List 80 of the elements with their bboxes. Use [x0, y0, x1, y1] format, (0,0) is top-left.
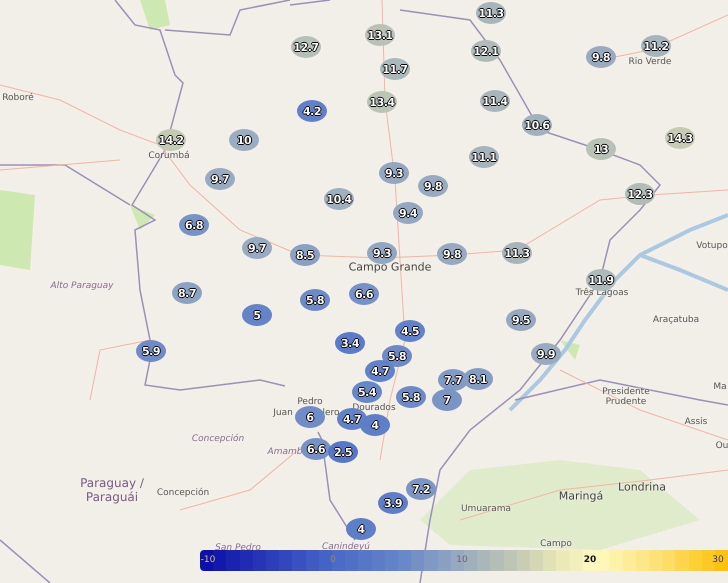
- temperature-marker[interactable]: 3.4: [335, 332, 365, 354]
- temperature-marker[interactable]: 4: [360, 414, 390, 436]
- temperature-marker[interactable]: 12.7: [291, 36, 321, 58]
- temperature-marker[interactable]: 6.6: [349, 283, 379, 305]
- temperature-marker[interactable]: 9.4: [393, 202, 423, 224]
- temperature-marker[interactable]: 12.3: [625, 183, 655, 205]
- temperature-marker[interactable]: 5.8: [382, 345, 412, 367]
- temperature-marker[interactable]: 6.8: [179, 214, 209, 236]
- temperature-marker[interactable]: 10: [229, 129, 259, 151]
- temperature-marker[interactable]: 3.9: [378, 492, 408, 514]
- temperature-marker[interactable]: 9.8: [437, 243, 467, 265]
- temperature-marker[interactable]: 13.1: [365, 24, 395, 46]
- place-label: Paraguái: [86, 490, 138, 504]
- temperature-marker[interactable]: 14.2: [156, 129, 186, 151]
- place-label: Canindeyú: [322, 542, 370, 552]
- temperature-marker[interactable]: 5.8: [396, 386, 426, 408]
- place-label: Campo: [540, 539, 572, 549]
- temperature-marker[interactable]: 9.8: [418, 175, 448, 197]
- temperature-marker[interactable]: 5: [242, 304, 272, 326]
- place-label: lero: [322, 408, 340, 418]
- temperature-marker[interactable]: 5.9: [136, 340, 166, 362]
- place-label: Assis: [684, 417, 708, 427]
- place-label: Araçatuba: [652, 315, 700, 325]
- temperature-marker[interactable]: 7: [432, 389, 462, 411]
- temperature-marker[interactable]: 9.3: [379, 162, 409, 184]
- temperature-marker[interactable]: 14.3: [665, 127, 695, 149]
- temperature-marker[interactable]: 8.7: [172, 282, 202, 304]
- temperature-marker[interactable]: 9.9: [531, 343, 561, 365]
- temperature-marker[interactable]: 6: [295, 406, 325, 428]
- place-label: Paraguay /: [80, 476, 144, 490]
- place-label: Juan: [273, 408, 293, 418]
- place-label: Concepción: [156, 488, 210, 498]
- place-label: Amamb: [268, 447, 302, 457]
- temperature-marker[interactable]: 8.1: [463, 368, 493, 390]
- place-label: Votupo: [696, 241, 728, 251]
- temperature-marker[interactable]: 4.2: [297, 100, 327, 122]
- temperature-marker[interactable]: 11.3: [502, 242, 532, 264]
- scale-tick-label: 30: [712, 555, 724, 565]
- temperature-marker[interactable]: 11.1: [469, 146, 499, 168]
- place-label: Umuarama: [460, 504, 512, 514]
- scale-tick-label: 0: [330, 555, 336, 565]
- temperature-marker[interactable]: 5.8: [300, 289, 330, 311]
- place-label: Alto Paraguay: [50, 281, 114, 291]
- temperature-marker[interactable]: 9.7: [242, 237, 272, 259]
- temperature-marker[interactable]: 2.5: [328, 441, 358, 463]
- temperature-marker[interactable]: 9.8: [586, 46, 616, 68]
- temperature-marker[interactable]: 13.4: [367, 91, 397, 113]
- temperature-marker[interactable]: 4: [346, 518, 376, 540]
- place-label: Pedro: [297, 397, 323, 407]
- place-label: San Pedro: [215, 543, 261, 553]
- temperature-marker[interactable]: 10.6: [522, 114, 552, 136]
- temperature-marker[interactable]: 7.7: [438, 369, 468, 391]
- place-label: Presidente: [602, 387, 650, 397]
- temperature-marker[interactable]: 11.7: [380, 58, 410, 80]
- temperature-marker[interactable]: 13: [586, 138, 616, 160]
- temperature-marker[interactable]: 6.6: [301, 438, 331, 460]
- temperature-marker[interactable]: 11.3: [476, 2, 506, 24]
- place-label: Ma: [713, 382, 727, 392]
- place-label: Prudente: [606, 397, 646, 407]
- temperature-marker[interactable]: 7.2: [406, 478, 436, 500]
- temperature-marker[interactable]: 4.7: [365, 360, 395, 382]
- temperature-marker[interactable]: 11.4: [480, 90, 510, 112]
- temperature-marker[interactable]: 11.2: [641, 35, 671, 57]
- scale-tick-label: 20: [584, 555, 596, 565]
- scale-tick-label: 10: [456, 555, 468, 565]
- place-label: Rio Verde: [628, 57, 672, 67]
- scale-tick-label: -10: [200, 555, 216, 565]
- temperature-marker[interactable]: 9.3: [367, 242, 397, 264]
- place-label: Londrina: [618, 480, 666, 494]
- place-label: Roboré: [2, 93, 34, 103]
- place-label: Concepción: [192, 434, 244, 444]
- temperature-marker[interactable]: 9.5: [506, 309, 536, 331]
- temperature-marker[interactable]: 9.7: [205, 168, 235, 190]
- temperature-marker[interactable]: 12.1: [471, 40, 501, 62]
- temperature-marker[interactable]: 8.5: [290, 244, 320, 266]
- temperature-marker[interactable]: 10.4: [324, 188, 354, 210]
- temperature-marker[interactable]: 5.4: [352, 381, 382, 403]
- place-label: Ou: [716, 441, 728, 451]
- place-label: Maringá: [558, 490, 604, 502]
- temperature-marker[interactable]: 4.5: [395, 320, 425, 342]
